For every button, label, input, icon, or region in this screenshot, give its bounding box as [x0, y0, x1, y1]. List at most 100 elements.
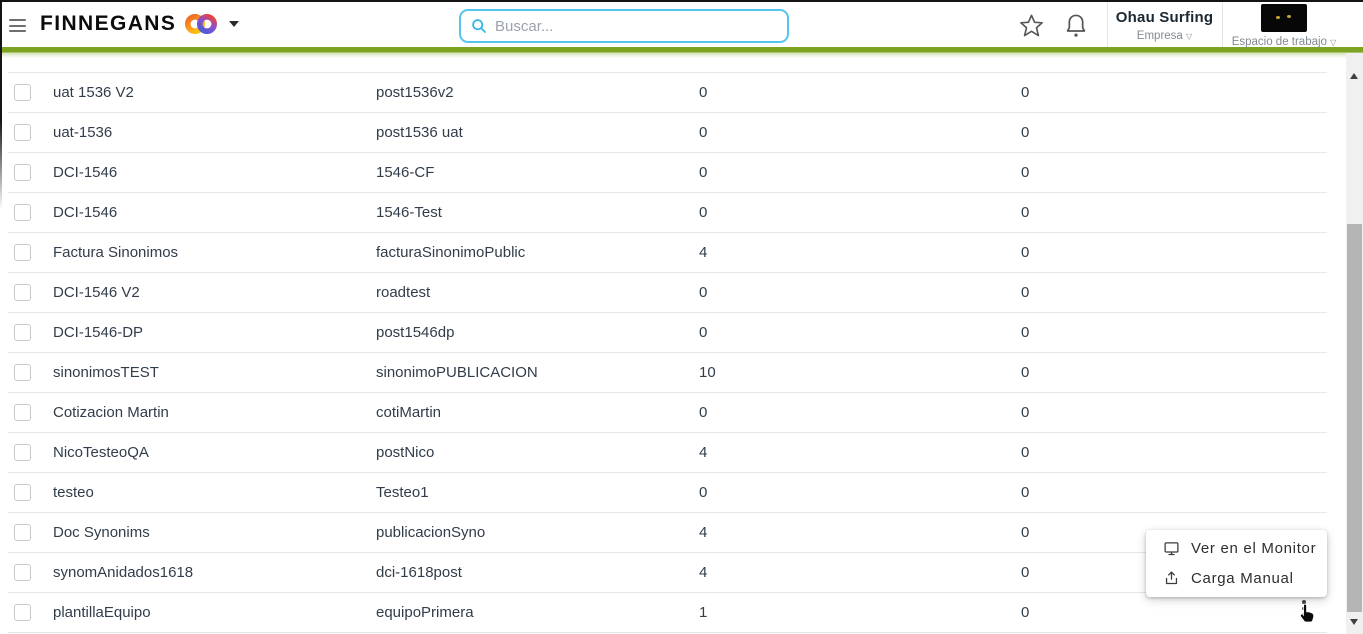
row-code: equipoPrimera: [376, 604, 474, 621]
company-selector[interactable]: Ohau Surfing Empresa ▽: [1107, 0, 1222, 47]
row-checkbox[interactable]: [14, 244, 31, 261]
workspace-selector[interactable]: Espacio de trabajo ▽: [1222, 0, 1346, 48]
row-count-a: 10: [699, 364, 716, 381]
row-count-a: 0: [699, 324, 708, 341]
notifications-bell-icon[interactable]: [1063, 12, 1089, 45]
row-checkbox[interactable]: [14, 404, 31, 421]
brand-dropdown-caret-icon[interactable]: [229, 20, 240, 27]
favorites-star-icon[interactable]: [1018, 13, 1045, 44]
row-name: DCI-1546: [53, 204, 118, 221]
table-row[interactable]: NicoTesteoQA postNico 4 0: [8, 433, 1327, 473]
vertical-scrollbar[interactable]: [1346, 53, 1363, 634]
row-count-a: 1: [699, 604, 708, 621]
row-count-b: 0: [1021, 364, 1030, 381]
row-checkbox[interactable]: [14, 124, 31, 141]
menu-item-label: Ver en el Monitor: [1191, 540, 1317, 557]
row-name: Doc Synonims: [53, 524, 150, 541]
row-name: synomAnidados1618: [53, 564, 194, 581]
workspace-sub-label: Espacio de trabajo ▽: [1231, 36, 1337, 48]
row-count-a: 4: [699, 444, 708, 461]
row-name: Factura Sinonimos: [53, 244, 179, 261]
row-count-a: 0: [699, 284, 708, 301]
row-code: sinonimoPUBLICACION: [376, 364, 538, 381]
row-count-b: 0: [1021, 164, 1030, 181]
row-count-b: 0: [1021, 84, 1030, 101]
top-header: FINNEGANS Buscar... Ohau Surfing Empresa…: [0, 0, 1363, 48]
chevron-down-icon: ▽: [1186, 32, 1193, 41]
infinity-logo-icon: [183, 12, 219, 36]
row-count-a: 4: [699, 244, 708, 261]
scroll-up-arrow-icon[interactable]: [1350, 73, 1358, 79]
upload-icon: [1163, 570, 1180, 587]
row-checkbox[interactable]: [14, 604, 31, 621]
row-checkbox[interactable]: [14, 164, 31, 181]
scroll-down-arrow-icon[interactable]: [1350, 619, 1358, 625]
row-count-a: 4: [699, 564, 708, 581]
row-checkbox[interactable]: [14, 84, 31, 101]
row-code: facturaSinonimoPublic: [376, 244, 526, 261]
row-name: plantillaEquipo: [53, 604, 151, 621]
row-checkbox[interactable]: [14, 444, 31, 461]
search-icon: [471, 18, 487, 34]
table-row[interactable]: DCI-1546 1546-CF 0 0: [8, 153, 1327, 193]
table-row[interactable]: uat-1536 post1536 uat 0 0: [8, 113, 1327, 153]
row-count-b: 0: [1021, 484, 1030, 501]
row-code: post1546dp: [376, 324, 455, 341]
table-row[interactable]: plantillaEquipo equipoPrimera 1 0: [8, 593, 1327, 633]
row-count-a: 0: [699, 164, 708, 181]
row-checkbox[interactable]: [14, 204, 31, 221]
row-count-a: 4: [699, 524, 708, 541]
row-code: post1536v2: [376, 84, 454, 101]
row-checkbox[interactable]: [14, 284, 31, 301]
row-count-b: 0: [1021, 204, 1030, 221]
chevron-down-icon: ▽: [1330, 38, 1337, 47]
publications-table: uat 1536 V2 post1536v2 0 0 uat-1536 post…: [8, 53, 1327, 633]
workspace-logo: [1261, 4, 1307, 32]
scrollbar-thumb[interactable]: [1347, 224, 1362, 612]
table-row[interactable]: Doc Synonims publicacionSyno 4 0: [8, 513, 1327, 553]
row-code: publicacionSyno: [376, 524, 486, 541]
table-row[interactable]: Cotizacion Martin cotiMartin 0 0: [8, 393, 1327, 433]
row-checkbox[interactable]: [14, 324, 31, 341]
row-context-menu: Ver en el Monitor Carga Manual: [1146, 530, 1327, 597]
row-checkbox[interactable]: [14, 564, 31, 581]
menu-item-carga-manual[interactable]: Carga Manual: [1146, 567, 1327, 590]
brand-logo[interactable]: FINNEGANS: [40, 0, 240, 47]
table-row[interactable]: synomAnidados1618 dci-1618post 4 0: [8, 553, 1327, 593]
row-code: post1536 uat: [376, 124, 463, 141]
table-body: uat 1536 V2 post1536v2 0 0 uat-1536 post…: [8, 73, 1327, 633]
table-row[interactable]: DCI-1546-DP post1546dp 0 0: [8, 313, 1327, 353]
row-name: DCI-1546: [53, 164, 118, 181]
row-count-b: 0: [1021, 444, 1030, 461]
row-count-b: 0: [1021, 244, 1030, 261]
row-code: 1546-Test: [376, 204, 442, 221]
brand-wordmark: FINNEGANS: [40, 11, 177, 35]
row-name: Cotizacion Martin: [53, 404, 169, 421]
window-top-edge: [0, 0, 1363, 2]
row-name: uat 1536 V2: [53, 84, 134, 101]
search-input[interactable]: [495, 17, 787, 35]
row-code: 1546-CF: [376, 164, 435, 181]
table-row[interactable]: Factura Sinonimos facturaSinonimoPublic …: [8, 233, 1327, 273]
search-box[interactable]: [459, 9, 789, 43]
row-name: NicoTesteoQA: [53, 444, 149, 461]
table-row[interactable]: sinonimosTEST sinonimoPUBLICACION 10 0: [8, 353, 1327, 393]
table-row[interactable]: testeo Testeo1 0 0: [8, 473, 1327, 513]
table-row[interactable]: uat 1536 V2 post1536v2 0 0: [8, 73, 1327, 113]
row-checkbox[interactable]: [14, 364, 31, 381]
row-name: DCI-1546-DP: [53, 324, 144, 341]
table-row[interactable]: DCI-1546 V2 roadtest 0 0: [8, 273, 1327, 313]
row-count-a: 0: [699, 84, 708, 101]
monitor-icon: [1163, 540, 1180, 557]
row-count-b: 0: [1021, 524, 1030, 541]
menu-item-ver-en-el-monitor[interactable]: Ver en el Monitor: [1146, 537, 1327, 560]
hamburger-menu-icon[interactable]: [9, 19, 26, 32]
company-name: Ohau Surfing: [1115, 9, 1214, 26]
row-count-a: 0: [699, 124, 708, 141]
table-row[interactable]: DCI-1546 1546-Test 0 0: [8, 193, 1327, 233]
row-count-a: 0: [699, 404, 708, 421]
row-name: uat-1536: [53, 124, 113, 141]
row-count-b: 0: [1021, 564, 1030, 581]
row-checkbox[interactable]: [14, 484, 31, 501]
row-checkbox[interactable]: [14, 524, 31, 541]
